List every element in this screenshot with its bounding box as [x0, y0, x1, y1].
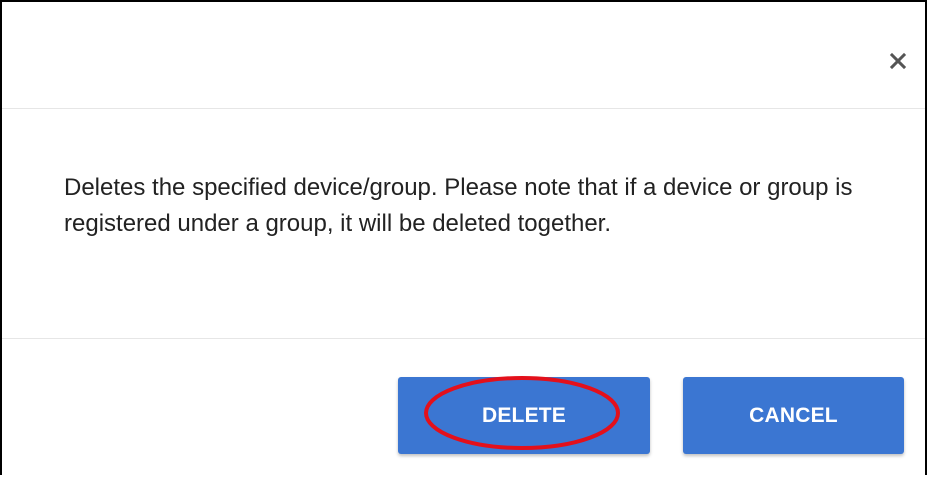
close-icon: [889, 52, 907, 70]
close-button[interactable]: [881, 44, 915, 78]
delete-button[interactable]: DELETE: [398, 377, 650, 454]
dialog-message: Deletes the specified device/group. Plea…: [64, 174, 853, 237]
dialog-header: [2, 2, 925, 109]
dialog-footer: DELETE CANCEL: [2, 339, 925, 477]
delete-confirmation-dialog: Deletes the specified device/group. Plea…: [0, 0, 927, 475]
cancel-button[interactable]: CANCEL: [683, 377, 904, 454]
dialog-body: Deletes the specified device/group. Plea…: [2, 109, 925, 339]
